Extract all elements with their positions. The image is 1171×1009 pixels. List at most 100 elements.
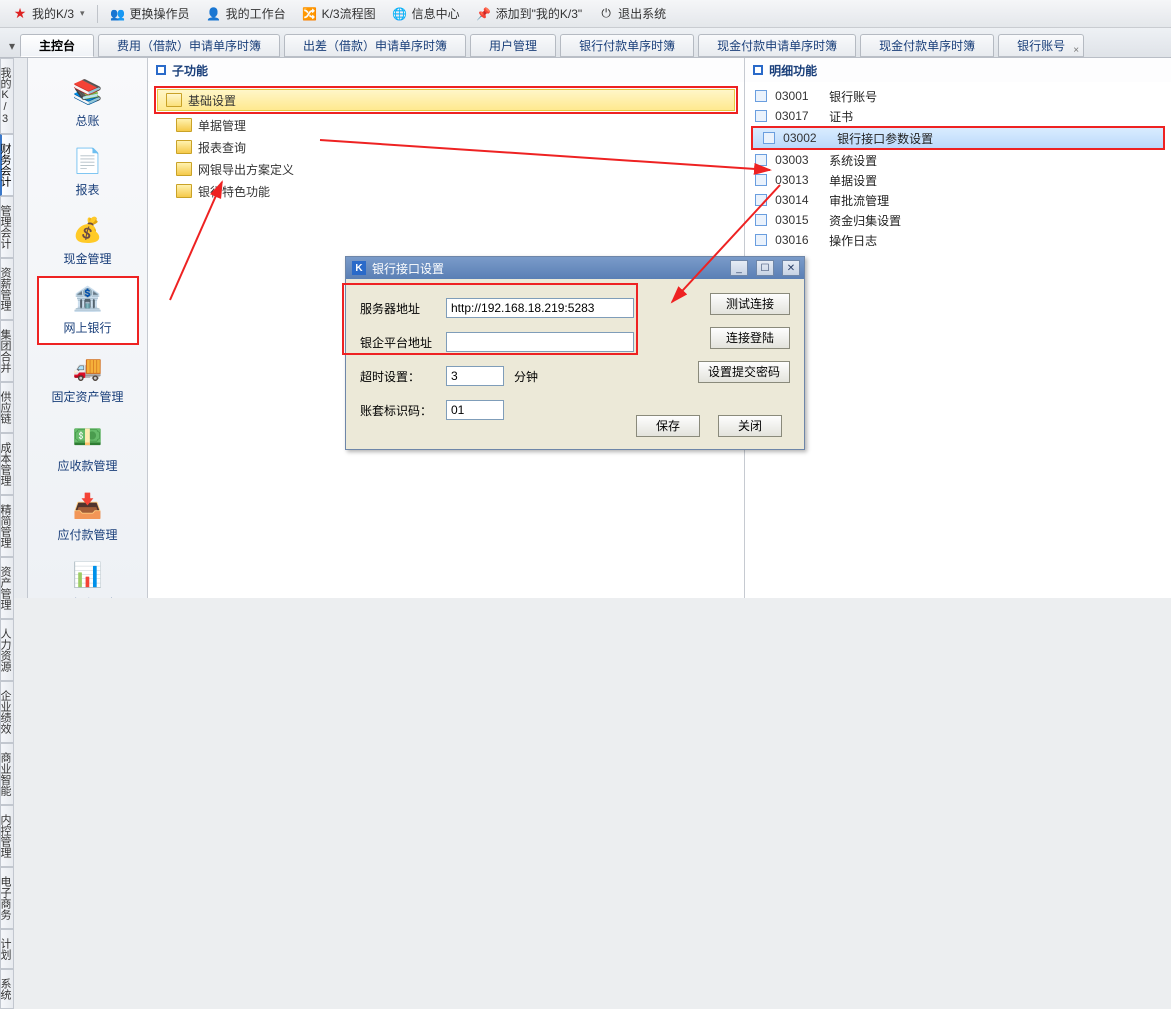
module-icon: 💵 <box>72 421 104 453</box>
detail-item-code: 03015 <box>775 213 821 227</box>
detail-item-label: 系统设置 <box>829 152 877 169</box>
exit-icon: ⏻ <box>598 6 614 22</box>
vtab-电子商务[interactable]: 电子商务 <box>0 867 14 929</box>
account-id-input[interactable] <box>446 400 504 420</box>
tab-现金付款单序时簿[interactable]: 现金付款单序时簿 <box>860 34 994 57</box>
module-总账[interactable]: 📚总账 <box>38 70 138 137</box>
users-icon: 👥 <box>110 6 126 22</box>
detail-header: 明细功能 <box>745 58 1171 82</box>
vtab-集团合并[interactable]: 集团合并 <box>0 320 14 382</box>
vtab-计划[interactable]: 计划 <box>0 929 14 969</box>
module-报表[interactable]: 📄报表 <box>38 139 138 206</box>
vtab-商业智能[interactable]: 商业智能 <box>0 743 14 805</box>
tab-银行账号[interactable]: 银行账号× <box>998 34 1084 57</box>
tree-item-基础设置[interactable]: 基础设置 <box>157 89 735 111</box>
tab-用户管理[interactable]: 用户管理 <box>470 34 556 57</box>
module-应收款管理[interactable]: 💵 应收款管理 <box>38 415 138 482</box>
minimize-button[interactable]: _ <box>730 260 748 276</box>
tree-item-网银导出方案定义[interactable]: 网银导出方案定义 <box>148 158 744 180</box>
subfunction-header: 子功能 <box>148 58 744 82</box>
cube-icon <box>156 65 166 75</box>
exit-button[interactable]: ⏻退出系统 <box>592 3 672 24</box>
detail-item-03003[interactable]: 03003系统设置 <box>745 150 1171 170</box>
subfunction-title: 子功能 <box>172 62 208 79</box>
tab-主控台[interactable]: 主控台 <box>20 34 94 57</box>
tree-item-label: 报表查询 <box>198 139 246 156</box>
detail-item-03013[interactable]: 03013 单据设置 <box>745 170 1171 190</box>
item-icon <box>763 132 775 144</box>
module-固定资产管理[interactable]: 🚚固定资产管理 <box>38 346 138 413</box>
vtab-企业绩效[interactable]: 企业绩效 <box>0 681 14 743</box>
detail-item-03014[interactable]: 03014审批流管理 <box>745 190 1171 210</box>
detail-panel: 明细功能 03001银行账号 03017 证书 03002银行接口参数设置03003系… <box>745 58 1171 598</box>
detail-item-code: 03013 <box>775 173 821 187</box>
vtab-财务会计[interactable]: 财务会计 <box>0 134 14 196</box>
timeout-input[interactable] <box>446 366 504 386</box>
tab-scroll-left[interactable]: ▾ <box>4 35 20 57</box>
dialog-title: 银行接口设置 <box>372 260 444 277</box>
separator <box>97 5 98 23</box>
tree-item-报表查询[interactable]: 报表查询 <box>148 136 744 158</box>
cube-icon <box>753 65 763 75</box>
vtab-精简管理[interactable]: 精简管理 <box>0 495 14 557</box>
tree-item-银行特色功能[interactable]: 银行特色功能 <box>148 180 744 202</box>
module-现金流量表[interactable]: 📊现金流量表 <box>38 553 138 598</box>
tree-item-单据管理[interactable]: 单据管理 <box>148 114 744 136</box>
detail-item-label: 证书 <box>829 108 853 125</box>
tree-item-label: 单据管理 <box>198 117 246 134</box>
server-address-input[interactable] <box>446 298 634 318</box>
chevron-down-icon: ▾ <box>80 8 85 19</box>
vtab-供应链[interactable]: 供应链 <box>0 382 14 433</box>
module-现金管理[interactable]: 💰现金管理 <box>38 208 138 275</box>
test-connection-button[interactable]: 测试连接 <box>710 293 790 315</box>
detail-list: 03001银行账号03017证书03002银行接口参数设置03003系统设置03… <box>745 82 1171 598</box>
info-center-button[interactable]: 🌐信息中心 <box>386 3 466 24</box>
change-operator-button[interactable]: 👥更换操作员 <box>104 3 196 24</box>
module-网上银行[interactable]: 🏦网上银行 <box>38 277 138 344</box>
close-dialog-button[interactable]: 关闭 <box>718 415 782 437</box>
close-button[interactable]: ✕ <box>782 260 800 276</box>
detail-item-code: 03001 <box>775 89 821 103</box>
module-label: 总账 <box>75 112 99 129</box>
vtab-资薪管理[interactable]: 资薪管理 <box>0 258 14 320</box>
tab-出差（借款）申请单序时簿[interactable]: 出差（借款）申请单序时簿 <box>284 34 466 57</box>
server-address-label: 服务器地址 <box>360 300 446 317</box>
vertical-tabs: 我的K/3财务会计管理会计资薪管理集团合并供应链成本管理 精简管理资产管理人力资… <box>0 58 28 598</box>
detail-item-03015[interactable]: 03015资金归集设置 <box>745 210 1171 230</box>
add-to-myk3-button[interactable]: 📌添加到"我的K/3" <box>470 3 589 24</box>
tab-strip: ▾ 主控台费用（借款）申请单序时簿出差（借款）申请单序时簿用户管理银行付款单序时… <box>0 28 1171 58</box>
detail-item-03001[interactable]: 03001银行账号 <box>745 86 1171 106</box>
maximize-button[interactable]: ☐ <box>756 260 774 276</box>
tab-银行付款单序时簿[interactable]: 银行付款单序时簿 <box>560 34 694 57</box>
tab-现金付款申请单序时簿[interactable]: 现金付款申请单序时簿 <box>698 34 856 57</box>
vtab-系统[interactable]: 系统 <box>0 969 14 1009</box>
detail-item-03002[interactable]: 03002银行接口参数设置 <box>753 128 1163 148</box>
module-label: 应收款管理 <box>57 457 117 474</box>
set-password-button[interactable]: 设置提交密码 <box>698 361 790 383</box>
vtab-内控管理[interactable]: 内控管理 <box>0 805 14 867</box>
tree-item-label: 基础设置 <box>188 92 236 109</box>
vtab-人力资源[interactable]: 人力资源 <box>0 619 14 681</box>
vtab-资产管理[interactable]: 资产管理 <box>0 557 14 619</box>
dialog-titlebar[interactable]: K 银行接口设置 _ ☐ ✕ <box>346 257 804 279</box>
module-应付款管理[interactable]: 📥应付款管理 <box>38 484 138 551</box>
detail-item-03017[interactable]: 03017 证书 <box>745 106 1171 126</box>
detail-item-code: 03017 <box>775 109 821 123</box>
save-button[interactable]: 保存 <box>636 415 700 437</box>
workbench-button[interactable]: 👤我的工作台 <box>200 3 292 24</box>
tab-费用（借款）申请单序时簿[interactable]: 费用（借款）申请单序时簿 <box>98 34 280 57</box>
myk3-menu[interactable]: ★我的K/3▾ <box>6 3 91 24</box>
user-icon: 👤 <box>206 6 222 22</box>
detail-title: 明细功能 <box>769 62 817 79</box>
detail-item-03016[interactable]: 03016操作日志 <box>745 230 1171 250</box>
platform-address-input[interactable] <box>446 332 634 352</box>
vtab-我的K/3[interactable]: 我的K/3 <box>0 58 14 134</box>
platform-address-label: 银企平台地址 <box>360 334 446 351</box>
item-icon <box>755 90 767 102</box>
timeout-label: 超时设置： <box>360 368 446 385</box>
flowchart-button[interactable]: 🔀K/3流程图 <box>296 3 382 24</box>
detail-item-label: 单据设置 <box>829 172 877 189</box>
connect-login-button[interactable]: 连接登陆 <box>710 327 790 349</box>
vtab-成本管理[interactable]: 成本管理 <box>0 433 14 495</box>
vtab-管理会计[interactable]: 管理会计 <box>0 196 14 258</box>
